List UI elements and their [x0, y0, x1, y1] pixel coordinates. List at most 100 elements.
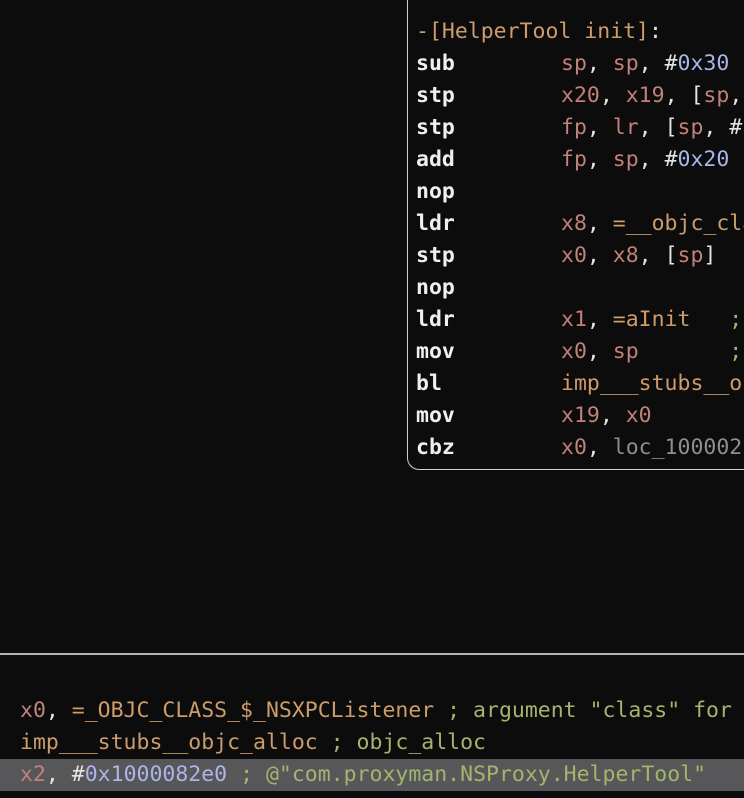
token-reg: x1	[561, 307, 587, 332]
token-imm: 0x20	[678, 147, 730, 172]
token-reg: sp	[561, 51, 587, 76]
token-wh: ,	[703, 115, 729, 140]
mnemonic: nop	[416, 176, 561, 208]
pane-splitter[interactable]	[0, 653, 744, 655]
mnemonic: mov	[416, 400, 561, 432]
token-reg: x19	[561, 403, 600, 428]
mnemonic: sub	[416, 48, 561, 80]
token-imm: 0x1000082e0	[85, 762, 227, 787]
mnemonic: bl	[416, 368, 561, 400]
token-wh: ,	[600, 83, 626, 108]
token-wh: ,	[587, 435, 613, 460]
mnemonic: mov	[416, 336, 561, 368]
token-wh: ,	[587, 147, 613, 172]
token-sym: -[HelperTool init]	[416, 19, 649, 44]
token-reg: x8	[561, 211, 587, 236]
token-reg: fp	[561, 115, 587, 140]
token-wh: #	[729, 115, 742, 140]
token-wh: ,	[600, 403, 626, 428]
asm-line[interactable]: ldrx8, =__objc_cla	[416, 208, 744, 240]
token-wh: [	[665, 243, 678, 268]
asm-line[interactable]: stpx0, x8, [sp]	[416, 240, 744, 272]
token-wh: ,	[639, 243, 665, 268]
token-reg: x0	[626, 403, 652, 428]
token-reg: lr	[613, 115, 639, 140]
token-wh	[690, 307, 729, 332]
mnemonic: cbz	[416, 432, 561, 464]
mnemonic: nop	[416, 272, 561, 304]
asm-line[interactable]: subsp, sp, #0x30	[416, 48, 744, 80]
token-wh	[639, 339, 730, 364]
token-reg: x20	[561, 83, 600, 108]
asm-line[interactable]: nop	[416, 272, 744, 304]
token-imm: 0x30	[678, 51, 730, 76]
token-wh: ,	[587, 339, 613, 364]
mnemonic: stp	[416, 112, 561, 144]
token-reg: sp	[613, 147, 639, 172]
token-reg: fp	[561, 147, 587, 172]
token-wh: ,	[587, 243, 613, 268]
token-wh: ]	[703, 243, 716, 268]
assembly-panel: -[HelperTool init]:subsp, sp, #0x30stpx2…	[407, 0, 744, 470]
token-wh: #	[665, 51, 678, 76]
token-wh: [	[665, 115, 678, 140]
asm-line[interactable]: stpx20, x19, [sp,	[416, 80, 744, 112]
token-sym: =_OBJC_CLASS_$_NSXPCListener	[72, 698, 434, 723]
mnemonic: add	[416, 144, 561, 176]
token-reg: x19	[626, 83, 665, 108]
code-line-selected[interactable]: x2, #0x1000082e0 ; @"com.proxyman.NSProx…	[0, 759, 744, 791]
token-reg: sp	[613, 339, 639, 364]
token-reg: x8	[613, 243, 639, 268]
token-reg: x0	[561, 435, 587, 460]
asm-line[interactable]: blimp___stubs__ob	[416, 368, 744, 400]
token-wh: #	[665, 147, 678, 172]
mnemonic: ldr	[416, 208, 561, 240]
token-sym: imp___stubs__ob	[561, 371, 744, 396]
token-reg: sp	[613, 51, 639, 76]
token-reg: x0	[561, 339, 587, 364]
mnemonic: stp	[416, 240, 561, 272]
token-wh: ,	[639, 51, 665, 76]
function-label-line[interactable]: -[HelperTool init]:	[416, 16, 744, 48]
token-wh: [	[690, 83, 703, 108]
token-wh: ,	[46, 698, 72, 723]
token-sym: =aInit	[613, 307, 691, 332]
asm-line[interactable]: nop	[416, 176, 744, 208]
token-reg: sp	[703, 83, 729, 108]
token-com: ; argument "class" for	[434, 698, 732, 723]
token-reg: sp	[678, 243, 704, 268]
token-wh: ,	[665, 83, 691, 108]
token-wh: ,	[587, 211, 613, 236]
token-loc: loc_100002	[613, 435, 742, 460]
token-com: ; @"com.proxyman.NSProxy.HelperTool"	[227, 762, 706, 787]
token-reg: x2	[20, 762, 46, 787]
token-wh: #	[72, 762, 85, 787]
token-wh: ,	[46, 762, 72, 787]
token-wh: ,	[587, 51, 613, 76]
token-com: ; objc_alloc	[318, 730, 486, 755]
token-com: ;	[729, 339, 742, 364]
token-wh: ,	[587, 115, 613, 140]
token-sym: =__objc_cla	[613, 211, 744, 236]
token-wh: ,	[639, 147, 665, 172]
token-wh: :	[649, 19, 662, 44]
asm-line[interactable]: movx0, sp ;	[416, 336, 744, 368]
code-line[interactable]: x0, =_OBJC_CLASS_$_NSXPCListener ; argum…	[0, 695, 744, 727]
mnemonic: ldr	[416, 304, 561, 336]
token-wh: ,	[587, 307, 613, 332]
asm-line[interactable]: cbzx0, loc_100002	[416, 432, 744, 464]
token-reg: x0	[20, 698, 46, 723]
token-sym: imp___stubs__objc_alloc	[20, 730, 318, 755]
asm-line[interactable]: movx19, x0	[416, 400, 744, 432]
asm-line[interactable]: stpfp, lr, [sp, #	[416, 112, 744, 144]
token-reg: x0	[561, 243, 587, 268]
token-wh: ,	[729, 83, 744, 108]
token-com: ;	[729, 307, 742, 332]
bottom-code-pane: x0, =_OBJC_CLASS_$_NSXPCListener ; argum…	[0, 695, 744, 791]
asm-line[interactable]: addfp, sp, #0x20	[416, 144, 744, 176]
mnemonic: stp	[416, 80, 561, 112]
code-line[interactable]: imp___stubs__objc_alloc ; objc_alloc	[0, 727, 744, 759]
token-reg: sp	[678, 115, 704, 140]
asm-line[interactable]: ldrx1, =aInit ;	[416, 304, 744, 336]
token-wh: ,	[639, 115, 665, 140]
